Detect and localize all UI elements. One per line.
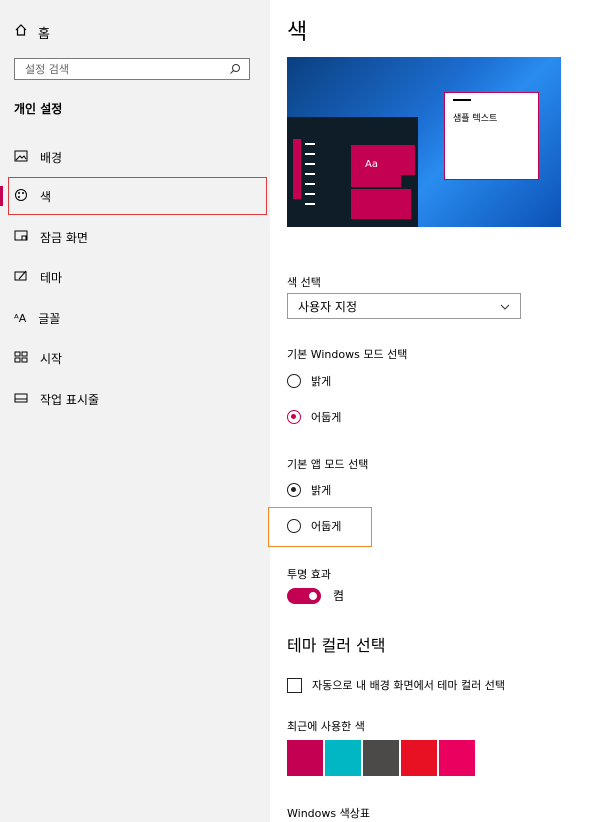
accent-section-title: 테마 컬러 선택 (287, 636, 386, 655)
windows-colors-label: Windows 색상표 (287, 807, 370, 820)
radio-button[interactable] (287, 519, 301, 533)
sidebar-item-label: 작업 표시줄 (40, 392, 100, 407)
home-label: 홈 (38, 26, 50, 42)
color-select-label: 색 선택 (287, 276, 321, 289)
sidebar-item-label: 잠금 화면 (40, 230, 88, 245)
transparency-toggle[interactable]: 켬 (287, 587, 344, 604)
checkbox-label: 자동으로 내 배경 화면에서 테마 컬러 선택 (312, 679, 506, 692)
chevron-down-icon (500, 299, 510, 313)
toggle-state: 켬 (333, 589, 345, 603)
windows-mode-label: 기본 Windows 모드 선택 (287, 348, 408, 361)
sidebar-item-label: 글꼴 (38, 311, 61, 326)
lock-screen-icon (14, 230, 28, 245)
sidebar-item-lock-screen[interactable]: 잠금 화면 (14, 227, 88, 247)
sidebar-item-label: 테마 (40, 270, 63, 285)
radio-button[interactable] (287, 374, 301, 388)
sidebar-item-themes[interactable]: 테마 (14, 267, 62, 287)
theme-icon (14, 270, 28, 285)
sidebar: 홈 개인 설정 배경 색 잠금 화면 테마 ᴬA 글꼴 시작 작업 표시줄 (0, 0, 270, 822)
sidebar-item-taskbar[interactable]: 작업 표시줄 (14, 389, 99, 409)
theme-preview: Aa 샘플 텍스트 (287, 57, 561, 227)
color-select-value: 사용자 지정 (298, 299, 358, 314)
sidebar-item-label: 색 (40, 189, 52, 204)
auto-accent-checkbox[interactable]: 자동으로 내 배경 화면에서 테마 컬러 선택 (287, 677, 505, 693)
sidebar-item-label: 시작 (40, 351, 63, 366)
preview-tile-text: Aa (365, 159, 378, 170)
radio-label: 어둡게 (311, 520, 342, 533)
color-select[interactable]: 사용자 지정 (287, 293, 521, 319)
search-box[interactable] (14, 58, 250, 80)
font-icon: ᴬA (14, 311, 27, 325)
taskbar-icon (14, 392, 28, 406)
radio-button[interactable] (287, 410, 301, 424)
sidebar-item-fonts[interactable]: ᴬA 글꼴 (14, 308, 60, 328)
radio-label: 밝게 (311, 375, 332, 388)
preview-start-menu: Aa (287, 117, 418, 227)
home-icon (14, 23, 28, 41)
checkbox-box[interactable] (287, 677, 302, 693)
preview-sample-window: 샘플 텍스트 (444, 92, 539, 180)
image-icon (14, 150, 28, 165)
app-mode-light-radio[interactable]: 밝게 (287, 482, 331, 498)
page-title: 색 (287, 20, 308, 45)
transparency-label: 투명 효과 (287, 568, 331, 581)
preview-accent-strip (293, 139, 301, 199)
recent-colors-label: 최근에 사용한 색 (287, 720, 365, 733)
windows-mode-light-radio[interactable]: 밝게 (287, 373, 331, 389)
app-mode-label: 기본 앱 모드 선택 (287, 458, 369, 471)
app-mode-dark-radio[interactable]: 어둡게 (287, 518, 341, 534)
color-swatch[interactable] (363, 740, 399, 776)
sidebar-item-background[interactable]: 배경 (14, 147, 62, 167)
radio-button[interactable] (287, 483, 301, 497)
toggle-switch[interactable] (287, 587, 321, 604)
home-link[interactable]: 홈 (14, 22, 50, 42)
main-panel: 색 Aa 샘플 텍스트 색 선택 사용자 지정 기본 Windows 모드 선택 (270, 0, 602, 822)
start-icon (14, 351, 28, 366)
section-heading: 개인 설정 (14, 102, 63, 116)
search-input[interactable] (23, 61, 229, 77)
nav-selected-indicator (0, 186, 3, 206)
color-swatch[interactable] (325, 740, 361, 776)
palette-icon (14, 188, 28, 205)
color-swatch[interactable] (401, 740, 437, 776)
sidebar-item-colors[interactable]: 색 (14, 186, 51, 206)
search-icon[interactable] (229, 60, 241, 79)
preview-sample-text: 샘플 텍스트 (453, 114, 498, 124)
windows-mode-dark-radio[interactable]: 어둡게 (287, 409, 341, 425)
radio-label: 밝게 (311, 484, 332, 497)
color-swatch[interactable] (439, 740, 475, 776)
sidebar-item-label: 배경 (40, 150, 63, 165)
radio-label: 어둡게 (311, 411, 342, 424)
recent-colors-swatches (287, 740, 475, 776)
sidebar-item-start[interactable]: 시작 (14, 348, 62, 368)
color-swatch[interactable] (287, 740, 323, 776)
